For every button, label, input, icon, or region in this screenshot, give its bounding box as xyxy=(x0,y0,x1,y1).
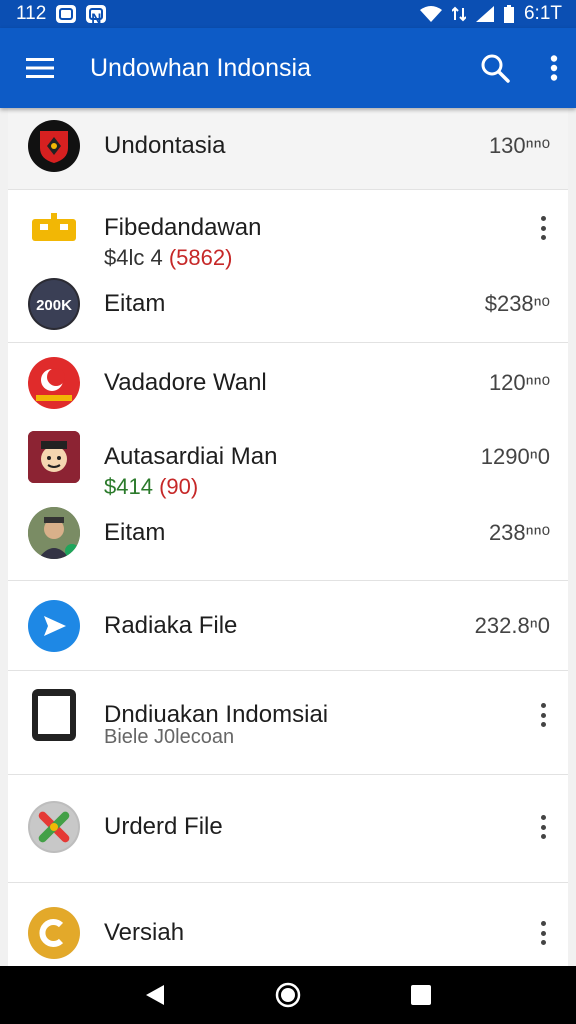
menu-icon[interactable] xyxy=(26,57,54,79)
battery-icon xyxy=(503,5,514,23)
list-item[interactable]: Fibedandawan $4lc 4 (5862) 200K Eitam $2… xyxy=(8,190,568,343)
badge-200k-icon: 200K xyxy=(28,278,80,330)
item-label: Versiah xyxy=(104,919,185,946)
item-price: $4lc 4 (5862) xyxy=(104,245,233,270)
list-item[interactable]: Vadadore Wanl 120ⁿⁿᵒ Autasardiai Man 129… xyxy=(8,343,568,581)
item-label: Urderd File xyxy=(104,813,223,840)
back-icon[interactable] xyxy=(144,983,166,1007)
notification-icon: N xyxy=(86,5,107,26)
item-value: 130ⁿⁿᵒ xyxy=(488,133,550,158)
item-value: 120ⁿⁿᵒ xyxy=(488,370,550,395)
sub-label: Eitam xyxy=(104,519,166,546)
crossed-tools-icon xyxy=(28,801,80,853)
navigation-bar xyxy=(0,966,576,1024)
crescent-logo-icon xyxy=(28,357,80,409)
app-title: Undowhan Indonsia xyxy=(90,53,311,82)
list-item[interactable]: Undontasia 130ⁿⁿᵒ xyxy=(8,108,568,190)
sub-value: $238ⁿᵒ xyxy=(484,291,550,316)
status-time-left: 112 xyxy=(16,3,47,24)
send-icon xyxy=(28,600,80,652)
sub-label: Eitam xyxy=(104,290,166,317)
file-list: Undontasia 130ⁿⁿᵒ Fibedandawan $4lc 4 (5… xyxy=(8,108,568,966)
data-icon xyxy=(451,6,466,22)
shield-logo-icon xyxy=(28,120,80,172)
item-label: Radiaka File xyxy=(104,612,238,639)
item-label: Undontasia xyxy=(104,132,226,159)
svg-text:200K: 200K xyxy=(36,297,72,314)
item-subtitle: Biele J0lecoan xyxy=(104,725,235,748)
user-avatar xyxy=(28,507,80,559)
list-item[interactable]: Versiah xyxy=(8,883,568,966)
search-icon[interactable] xyxy=(480,53,510,83)
c-logo-icon xyxy=(28,907,80,959)
home-icon[interactable] xyxy=(275,982,301,1008)
item-value: 232.8ⁿ0 xyxy=(474,613,550,638)
message-icon xyxy=(56,5,77,23)
status-bar: 112 N 6:1T xyxy=(0,0,576,28)
list-item[interactable]: Dndiuakan Indomsiai Biele J0lecoan xyxy=(8,671,568,775)
more-vert-icon[interactable] xyxy=(550,55,558,81)
item-label: Vadadore Wanl xyxy=(104,369,267,396)
more-vert-icon[interactable] xyxy=(540,216,546,240)
item-price: $414 (90) xyxy=(104,474,199,499)
status-time-right: 6:1T xyxy=(523,3,562,24)
recents-icon[interactable] xyxy=(410,984,432,1006)
more-vert-icon[interactable] xyxy=(540,921,546,945)
app-bar: Undowhan Indonsia xyxy=(0,28,576,108)
list-item[interactable]: Radiaka File 232.8ⁿ0 xyxy=(8,581,568,671)
wifi-icon xyxy=(419,6,442,22)
list-item[interactable]: Urderd File xyxy=(8,775,568,883)
sub-value: 238ⁿⁿᵒ xyxy=(488,520,550,545)
more-vert-icon[interactable] xyxy=(540,815,546,839)
signal-icon xyxy=(475,6,494,22)
